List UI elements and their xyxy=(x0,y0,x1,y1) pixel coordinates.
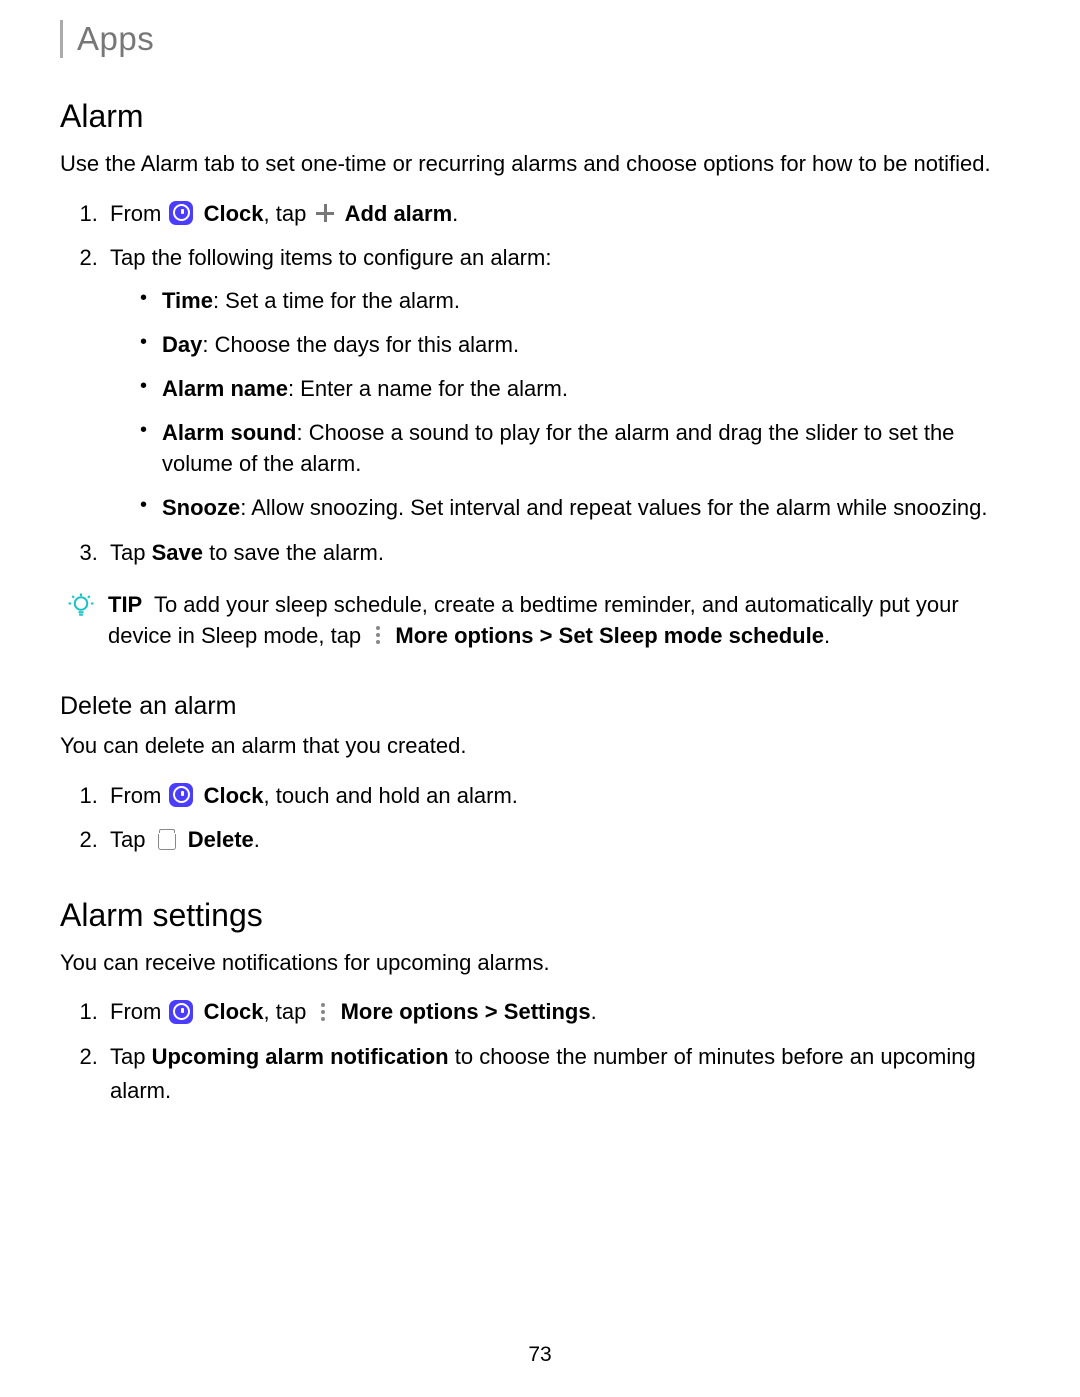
config-day: Day: Choose the days for this alarm. xyxy=(140,329,1020,361)
config-sound: Alarm sound: Choose a sound to play for … xyxy=(140,417,1020,481)
alarm-step-2: Tap the following items to configure an … xyxy=(104,241,1020,524)
clock-icon xyxy=(169,783,193,807)
breadcrumb: Apps xyxy=(60,20,1020,58)
alarm-intro: Use the Alarm tab to set one-time or rec… xyxy=(60,149,1020,179)
alarm-step-3: Tap Save to save the alarm. xyxy=(104,536,1020,570)
alarm-steps: From Clock, tap Add alarm. Tap the follo… xyxy=(60,197,1020,571)
delete-step-1: From Clock, touch and hold an alarm. xyxy=(104,779,1020,813)
trash-icon xyxy=(156,827,178,851)
config-name: Alarm name: Enter a name for the alarm. xyxy=(140,373,1020,405)
alarm-heading: Alarm xyxy=(60,98,1020,135)
settings-heading: Alarm settings xyxy=(60,897,1020,934)
settings-step-2: Tap Upcoming alarm notification to choos… xyxy=(104,1040,1020,1108)
settings-intro: You can receive notifications for upcomi… xyxy=(60,948,1020,978)
delete-steps: From Clock, touch and hold an alarm. Tap… xyxy=(60,779,1020,857)
delete-step-2: Tap Delete. xyxy=(104,823,1020,857)
more-options-icon xyxy=(369,624,387,646)
settings-steps: From Clock, tap More options > Settings.… xyxy=(60,995,1020,1107)
page-number: 73 xyxy=(0,1343,1080,1367)
config-snooze: Snooze: Allow snoozing. Set interval and… xyxy=(140,492,1020,524)
lightbulb-icon xyxy=(66,591,96,621)
tip-text: TIP To add your sleep schedule, create a… xyxy=(108,590,1020,652)
delete-heading: Delete an alarm xyxy=(60,692,1020,721)
config-time: Time: Set a time for the alarm. xyxy=(140,285,1020,317)
alarm-config-list: Time: Set a time for the alarm. Day: Cho… xyxy=(110,285,1020,524)
delete-intro: You can delete an alarm that you created… xyxy=(60,731,1020,761)
plus-icon xyxy=(314,202,336,224)
clock-icon xyxy=(169,201,193,225)
tip-callout: TIP To add your sleep schedule, create a… xyxy=(60,590,1020,652)
alarm-step-1: From Clock, tap Add alarm. xyxy=(104,197,1020,231)
settings-step-1: From Clock, tap More options > Settings. xyxy=(104,995,1020,1029)
more-options-icon xyxy=(314,1001,332,1023)
breadcrumb-text: Apps xyxy=(77,20,154,57)
clock-icon xyxy=(169,1000,193,1024)
